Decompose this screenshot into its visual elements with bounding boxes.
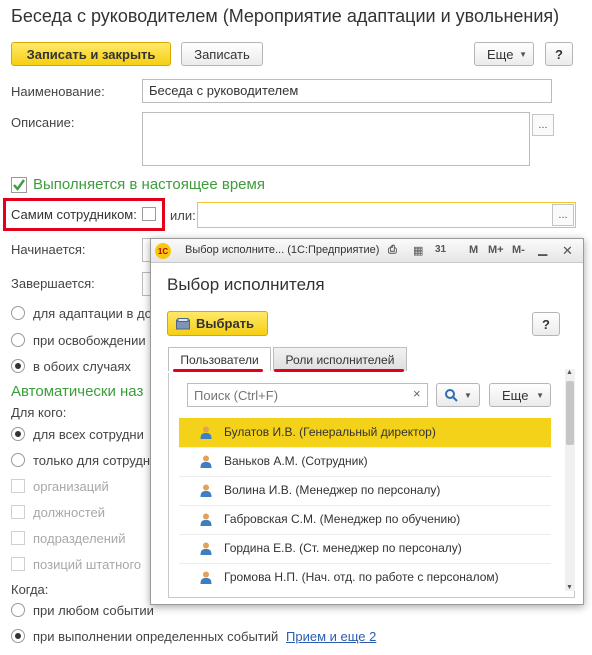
dialog-help-button[interactable]: ?	[532, 312, 560, 336]
checkbox-staff-positions-label: позиций штатного	[33, 557, 142, 572]
dialog-more-label: Еще	[502, 387, 529, 403]
checkbox-positions-label: должностей	[33, 505, 106, 520]
checkbox-organizations-label: организаций	[33, 479, 109, 494]
print-icon[interactable]: ⎙	[388, 244, 397, 257]
dialog-more-button[interactable]: Еще ▼	[489, 383, 551, 407]
performed-now-label: Выполняется в настоящее время	[33, 176, 265, 193]
more-button-label: Еще	[487, 46, 514, 62]
events-link[interactable]: Прием и еще 2	[286, 629, 376, 644]
spreadsheet-icon[interactable]: ▦	[413, 244, 423, 257]
radio-all-employees[interactable]	[11, 427, 25, 441]
by-employee-label: Самим сотрудником:	[11, 207, 137, 222]
user-name: Громова Н.П. (Нач. отд. по работе с перс…	[224, 570, 499, 584]
dialog-window-title: Выбор исполните... (1С:Предприятие)	[185, 244, 380, 256]
user-icon	[200, 426, 212, 439]
calendar-icon[interactable]: 31	[435, 244, 446, 255]
choose-button[interactable]: Выбрать	[167, 311, 268, 336]
checkbox-staff-positions[interactable]	[11, 557, 25, 571]
scroll-up-icon[interactable]: ▲	[566, 369, 573, 376]
choose-button-label: Выбрать	[196, 316, 255, 331]
list-scrollbar[interactable]: ▲ ▼	[565, 369, 575, 591]
checkmark-icon[interactable]	[11, 177, 27, 193]
user-icon	[200, 571, 212, 584]
search-clear-icon[interactable]: ×	[413, 386, 421, 401]
radio-specific-events[interactable]	[11, 629, 25, 643]
when-label: Когда:	[11, 582, 49, 597]
for-whom-label: Для кого:	[11, 405, 67, 420]
radio-all-employees-label: для всех сотрудни	[33, 427, 144, 442]
radio-only-employees[interactable]	[11, 453, 25, 467]
checkbox-positions[interactable]	[11, 505, 25, 519]
user-icon	[200, 513, 212, 526]
radio-adaptation-label: для адаптации в до	[33, 306, 152, 321]
ends-label: Завершается:	[11, 276, 95, 291]
performer-dots-button[interactable]: ...	[552, 204, 574, 226]
window-title: Беседа с руководителем (Мероприятие адап…	[11, 6, 560, 26]
user-icon	[200, 542, 212, 555]
user-icon	[200, 484, 212, 497]
list-item[interactable]: Габровская С.М. (Менеджер по обучению)	[179, 505, 551, 534]
tab-performer-roles[interactable]: Роли исполнителей	[273, 347, 407, 371]
checkbox-departments[interactable]	[11, 531, 25, 545]
user-name: Ваньков А.М. (Сотрудник)	[224, 454, 368, 468]
radio-any-event-label: при любом событии	[33, 603, 154, 618]
help-button[interactable]: ?	[545, 42, 573, 66]
chevron-down-icon: ▼	[519, 50, 527, 59]
tab-users[interactable]: Пользователи	[168, 347, 271, 371]
name-field[interactable]: Беседа с руководителем	[142, 79, 552, 103]
performer-field[interactable]	[197, 202, 576, 228]
checkbox-organizations[interactable]	[11, 479, 25, 493]
radio-any-event[interactable]	[11, 603, 25, 617]
red-underline-users	[173, 369, 263, 372]
user-name: Булатов И.В. (Генеральный директор)	[224, 425, 436, 439]
search-icon	[445, 389, 458, 402]
user-name: Волина И.В. (Менеджер по персоналу)	[224, 483, 441, 497]
minimize-icon[interactable]: ▁	[538, 242, 547, 256]
radio-release-label: при освобождении	[33, 333, 146, 348]
memory-m-icon[interactable]: M	[469, 244, 478, 256]
description-dots-button[interactable]: ...	[532, 114, 554, 136]
list-item[interactable]: Волина И.В. (Менеджер по персоналу)	[179, 476, 551, 505]
scroll-down-icon[interactable]: ▼	[566, 584, 573, 591]
performer-selection-dialog: 1С Выбор исполните... (1С:Предприятие) ⎙…	[150, 238, 584, 605]
chevron-down-icon: ▼	[464, 390, 472, 400]
radio-adaptation[interactable]	[11, 306, 25, 320]
starts-label: Начинается:	[11, 242, 86, 257]
list-item[interactable]: Ваньков А.М. (Сотрудник)	[179, 447, 551, 476]
chevron-down-icon: ▼	[536, 391, 544, 400]
or-label: или:	[170, 208, 196, 223]
choose-icon	[176, 317, 190, 329]
more-button[interactable]: Еще ▼	[474, 42, 534, 66]
user-icon	[200, 455, 212, 468]
description-field[interactable]	[142, 112, 530, 166]
radio-specific-events-label: при выполнении определенных событий	[33, 629, 279, 644]
user-name: Гордина Е.В. (Ст. менеджер по персоналу)	[224, 541, 462, 555]
search-input[interactable]	[187, 383, 428, 407]
list-item[interactable]: Гордина Е.В. (Ст. менеджер по персоналу)	[179, 534, 551, 563]
auto-assign-title: Автоматически наз	[11, 383, 144, 400]
dialog-titlebar: 1С Выбор исполните... (1С:Предприятие) ⎙…	[151, 239, 583, 263]
save-button[interactable]: Записать	[181, 42, 263, 66]
user-name: Габровская С.М. (Менеджер по обучению)	[224, 512, 461, 526]
description-label: Описание:	[11, 115, 75, 130]
red-underline-roles	[274, 369, 404, 372]
name-label: Наименование:	[11, 84, 105, 99]
close-icon[interactable]: ✕	[562, 243, 573, 259]
memory-plus-icon[interactable]: M+	[488, 244, 504, 256]
list-item[interactable]: Булатов И.В. (Генеральный директор)	[179, 418, 551, 447]
list-item[interactable]: Громова Н.П. (Нач. отд. по работе с перс…	[179, 563, 551, 592]
logo-1c-icon: 1С	[155, 243, 171, 259]
checkbox-departments-label: подразделений	[33, 531, 126, 546]
radio-both[interactable]	[11, 359, 25, 373]
radio-only-employees-label: только для сотрудн	[33, 453, 151, 468]
radio-release[interactable]	[11, 333, 25, 347]
by-employee-checkbox[interactable]	[142, 207, 156, 221]
dialog-heading: Выбор исполнителя	[167, 275, 325, 294]
memory-minus-icon[interactable]: M-	[512, 244, 525, 256]
save-and-close-button[interactable]: Записать и закрыть	[11, 42, 171, 66]
radio-both-label: в обоих случаях	[33, 359, 131, 374]
scroll-thumb[interactable]	[566, 381, 574, 445]
search-button[interactable]: ▼	[436, 383, 480, 407]
